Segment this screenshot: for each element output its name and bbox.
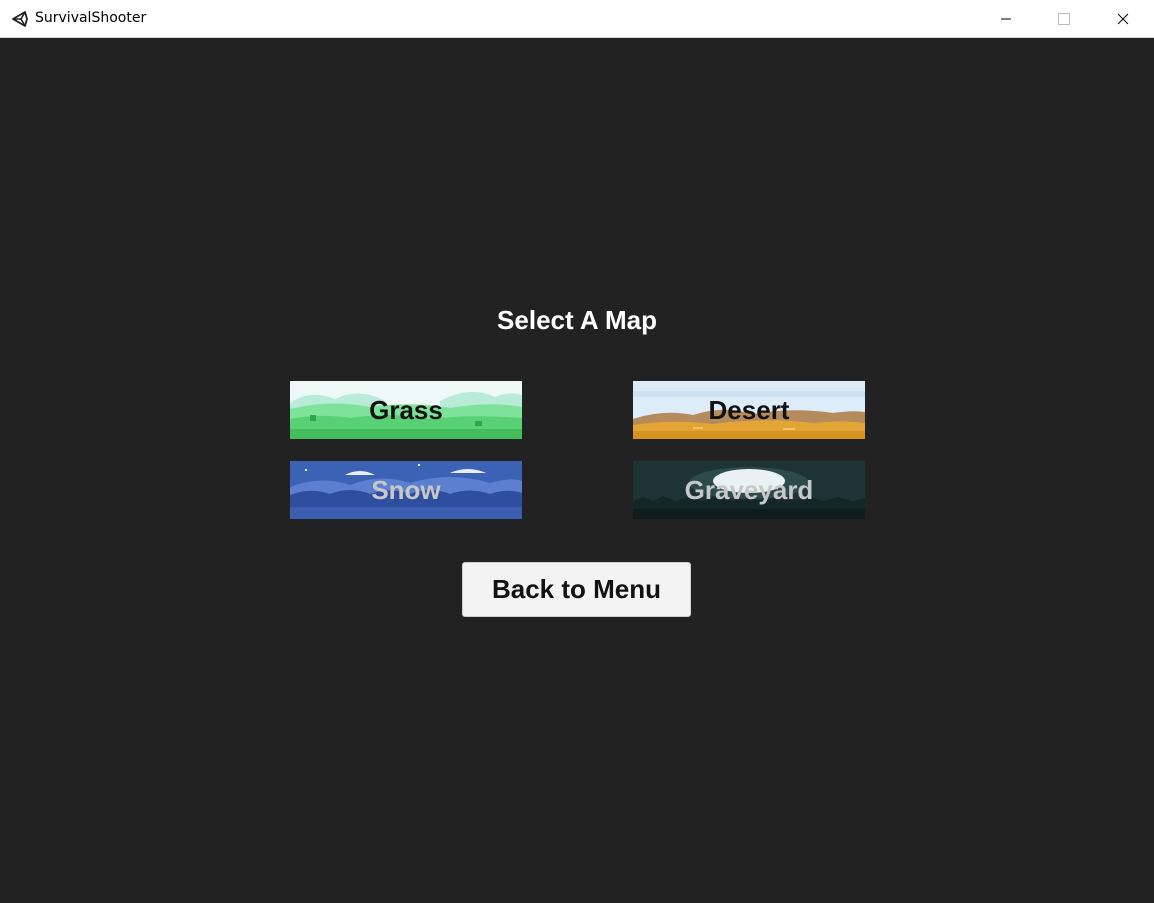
game-viewport bbox=[1, 38, 1153, 902]
desert-map-label: Desert bbox=[708, 395, 790, 425]
grass-map-label: Grass bbox=[369, 395, 443, 425]
graveyard-map-button[interactable]: Graveyard bbox=[633, 461, 865, 519]
snow-map-label: Snow bbox=[371, 475, 441, 505]
unity-logo-icon bbox=[10, 9, 30, 29]
window-title: SurvivalShooter bbox=[35, 10, 147, 26]
minimize-button[interactable] bbox=[977, 0, 1035, 37]
close-icon bbox=[1117, 13, 1129, 25]
page-title: Select A Map bbox=[497, 305, 657, 335]
maximize-icon bbox=[1058, 12, 1070, 25]
graveyard-map-label: Graveyard bbox=[684, 475, 814, 505]
back-to-menu-button[interactable]: Back to Menu bbox=[462, 562, 691, 617]
minimize-icon bbox=[1000, 13, 1012, 25]
grass-map-button[interactable]: Grass bbox=[290, 381, 522, 439]
close-button[interactable] bbox=[1094, 0, 1152, 37]
maximize-button[interactable] bbox=[1035, 0, 1093, 37]
desert-map-button[interactable]: Desert bbox=[633, 381, 865, 439]
window-titlebar: SurvivalShooter bbox=[0, 0, 1154, 38]
snow-map-button[interactable]: Snow bbox=[290, 461, 522, 519]
